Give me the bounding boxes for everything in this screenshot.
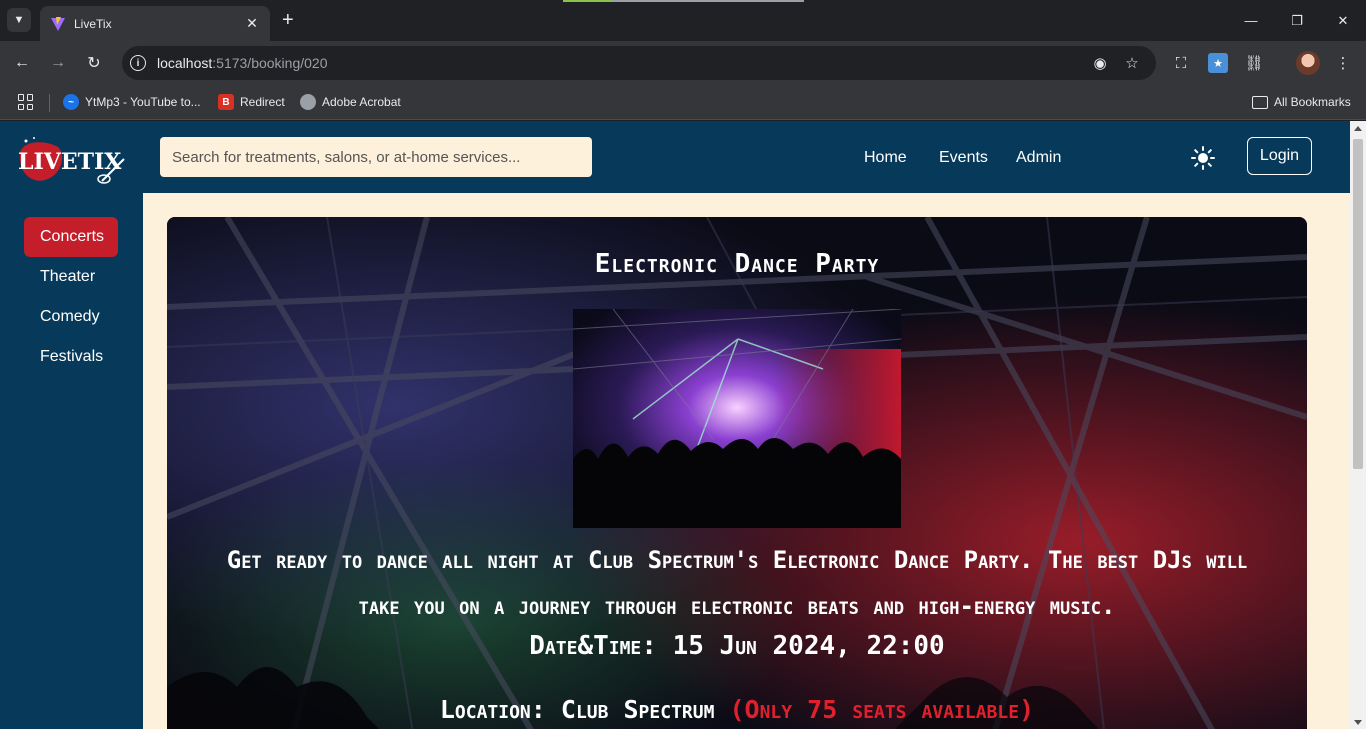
folder-icon: [1252, 95, 1268, 109]
puzzle-icon[interactable]: ⛓: [1244, 53, 1264, 73]
ytmp3-icon: ~: [63, 94, 79, 110]
bookmark-adobe-acrobat[interactable]: Adobe Acrobat: [300, 93, 401, 111]
profile-avatar[interactable]: [1296, 51, 1320, 75]
tab-title: LiveTix: [74, 16, 112, 31]
tab-search-icon[interactable]: ▼: [7, 8, 31, 32]
event-location: Location: Club Spectrum (Only 75 seats a…: [167, 695, 1307, 724]
browser-toolbar: ← → ↻ i localhost:5173/booking/020 ◉ ☆ ⛶…: [0, 41, 1366, 85]
sun-icon[interactable]: [1191, 146, 1215, 170]
seats-available: (Only 75 seats available): [729, 695, 1035, 724]
nav-home[interactable]: Home: [864, 149, 907, 167]
scroll-down-icon[interactable]: [1354, 720, 1362, 725]
download-progress: [563, 0, 804, 2]
new-tab-icon[interactable]: +: [282, 10, 294, 30]
search-input[interactable]: [160, 137, 592, 177]
reload-icon[interactable]: ↻: [83, 52, 105, 74]
url-text[interactable]: localhost:5173/booking/020: [157, 55, 327, 71]
location-value: Club Spectrum: [560, 695, 715, 724]
back-icon[interactable]: ←: [11, 52, 33, 74]
address-bar[interactable]: i localhost:5173/booking/020 ◉ ☆: [122, 46, 1156, 80]
extension-icon[interactable]: ★: [1208, 53, 1228, 73]
restore-icon[interactable]: ❐: [1274, 0, 1320, 41]
bookmark-ytmp3[interactable]: ~ YtMp3 - YouTube to...: [63, 93, 201, 111]
site-info-icon[interactable]: i: [130, 55, 146, 71]
star-icon[interactable]: ☆: [1123, 54, 1141, 72]
all-bookmarks[interactable]: All Bookmarks: [1252, 93, 1351, 111]
nav-admin[interactable]: Admin: [1016, 149, 1061, 167]
date-label: Date&Time:: [529, 631, 657, 661]
sidebar-item-concerts[interactable]: Concerts: [24, 217, 118, 257]
location-label: Location:: [439, 695, 546, 724]
site-header: LIVETIX Home Events Admin Login: [0, 121, 1350, 193]
date-value: 15 Jun 2024, 22:00: [672, 631, 945, 661]
vite-favicon-icon: [51, 16, 65, 31]
minimize-icon[interactable]: —: [1228, 0, 1274, 41]
tab-close-icon[interactable]: ✕: [244, 15, 260, 32]
sidebar-item-comedy[interactable]: Comedy: [24, 297, 118, 337]
eye-icon[interactable]: ◉: [1091, 54, 1109, 72]
scroll-up-icon[interactable]: [1354, 126, 1362, 131]
svg-text:LIVETIX: LIVETIX: [18, 149, 122, 175]
event-title: Electronic Dance Party: [594, 249, 880, 279]
event-image: [573, 309, 901, 528]
login-button[interactable]: Login: [1247, 137, 1312, 175]
bookmarks-bar: ~ YtMp3 - YouTube to... B Redirect Adobe…: [0, 85, 1366, 120]
scrollbar-thumb[interactable]: [1353, 139, 1363, 469]
sidebar-item-theater[interactable]: Theater: [24, 257, 118, 297]
event-datetime: Date&Time: 15 Jun 2024, 22:00: [167, 631, 1307, 661]
browser-tabstrip: ▼ LiveTix ✕ + — ❐ ✕: [0, 0, 1366, 41]
event-card: Electronic Dance Party Get ready to danc…: [167, 217, 1307, 729]
page-viewport: LIVETIX Home Events Admin Login Concerts…: [0, 121, 1350, 729]
redirect-icon: B: [218, 94, 234, 110]
sidebar-item-festivals[interactable]: Festivals: [24, 337, 118, 377]
menu-icon[interactable]: ⋮: [1333, 53, 1353, 73]
apps-grid-icon[interactable]: [18, 94, 34, 110]
globe-icon: [300, 94, 316, 110]
bookmark-redirect[interactable]: B Redirect: [218, 93, 285, 111]
category-sidebar: Concerts Theater Comedy Festivals: [0, 193, 143, 729]
browser-tab[interactable]: LiveTix ✕: [40, 6, 270, 41]
fullscreen-icon[interactable]: ⛶: [1171, 53, 1191, 73]
nav-events[interactable]: Events: [939, 149, 988, 167]
livetix-logo[interactable]: LIVETIX: [14, 135, 130, 187]
event-description: Get ready to dance all night at Club Spe…: [226, 546, 1248, 620]
page-scrollbar[interactable]: [1350, 121, 1366, 729]
window-close-icon[interactable]: ✕: [1320, 0, 1366, 41]
forward-icon[interactable]: →: [47, 52, 69, 74]
